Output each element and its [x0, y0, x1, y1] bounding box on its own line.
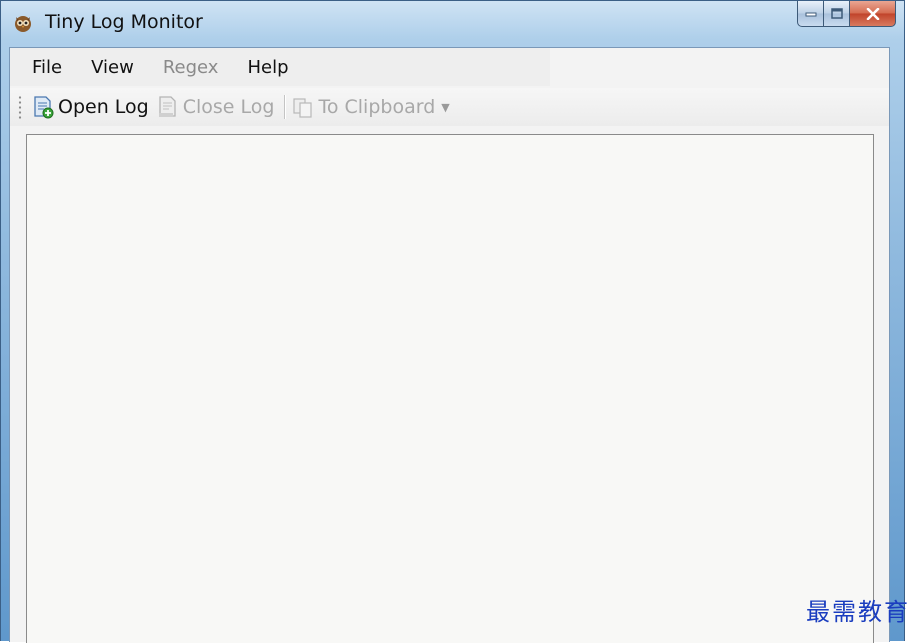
- toolbar-grip[interactable]: [18, 95, 22, 119]
- menu-regex[interactable]: Regex: [149, 57, 234, 78]
- app-window: Tiny Log Monitor File View Regex Help Op…: [0, 0, 905, 643]
- title-bar[interactable]: Tiny Log Monitor: [1, 1, 904, 47]
- close-icon: [866, 7, 879, 20]
- open-log-label: Open Log: [58, 96, 149, 118]
- close-log-button[interactable]: Close Log: [155, 91, 281, 123]
- close-button[interactable]: [850, 1, 896, 27]
- open-log-button[interactable]: Open Log: [30, 91, 155, 123]
- menu-bar: File View Regex Help: [10, 48, 550, 86]
- minimize-button[interactable]: [797, 1, 824, 27]
- maximize-button[interactable]: [824, 1, 850, 27]
- maximize-icon: [830, 8, 843, 19]
- to-clipboard-label: To Clipboard: [318, 96, 436, 118]
- menu-file[interactable]: File: [18, 57, 77, 78]
- window-controls: [797, 1, 896, 29]
- window-title: Tiny Log Monitor: [45, 11, 203, 33]
- toolbar: Open Log Close Log To Clipboard ▼: [10, 88, 889, 126]
- close-log-icon: [158, 96, 176, 117]
- close-log-label: Close Log: [182, 96, 275, 118]
- menu-view[interactable]: View: [77, 57, 149, 78]
- open-log-icon: [34, 96, 54, 119]
- to-clipboard-button[interactable]: To Clipboard ▼: [290, 91, 455, 123]
- clipboard-icon: [293, 98, 313, 118]
- clipboard-dropdown-arrow-icon[interactable]: ▼: [441, 101, 449, 114]
- watermark-text: 最需教育: [806, 598, 910, 626]
- client-area: File View Regex Help Open Log Close Log …: [9, 47, 890, 643]
- log-view[interactable]: [26, 134, 874, 643]
- owl-app-icon: [15, 16, 31, 32]
- menu-help[interactable]: Help: [233, 57, 303, 78]
- toolbar-separator: [284, 95, 287, 119]
- minimize-icon: [805, 12, 816, 16]
